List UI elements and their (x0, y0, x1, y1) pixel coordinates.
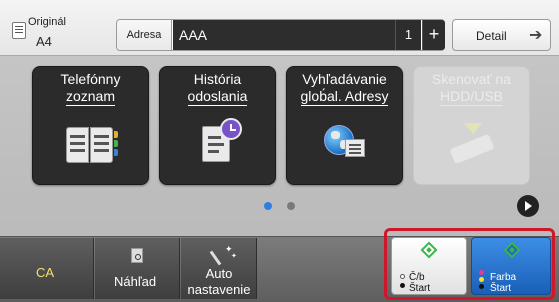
address-box: Adresa AAA 1 + (116, 19, 445, 51)
magic-wand-icon (209, 250, 222, 266)
tile-address-book[interactable]: Telefónny zoznam (32, 66, 149, 185)
arrow-right-icon: ➔ (529, 27, 543, 44)
phonebook-icon (66, 127, 118, 163)
tile-label: História odoslania (187, 71, 248, 106)
tile-label: Skenovať na HDD/USB (431, 71, 512, 106)
original-size: A4 (36, 34, 52, 49)
detail-button[interactable]: Detail ➔ (452, 19, 551, 51)
tile-label: Vyhľadávanie glob́al. Adresy (300, 71, 389, 106)
color-start-label: Farba Štart (490, 272, 517, 294)
add-address-button[interactable]: + (422, 20, 445, 50)
auto-setting-label: Auto nastavenie (187, 266, 251, 297)
bw-start-label: Č/b Štart (409, 272, 431, 294)
header-bar: Originál A4 Adresa AAA 1 + Detail ➔ (0, 0, 559, 56)
original-document-icon (12, 22, 26, 39)
auto-setting-button[interactable]: ✦ ✦ Auto nastavenie (181, 238, 257, 299)
detail-label: Detail (476, 29, 507, 43)
bw-start-button[interactable]: Č/b Štart (391, 237, 467, 295)
next-page-button[interactable] (517, 195, 539, 217)
usb-drive-icon (449, 133, 495, 165)
address-label: Adresa (117, 20, 172, 50)
tile-global-address-search[interactable]: Vyhľadávanie glob́al. Adresy (286, 66, 403, 185)
tile-scan-to-hdd-usb: Skenovať na HDD/USB (413, 66, 530, 185)
preview-button[interactable]: Náhľad (95, 238, 180, 299)
address-count[interactable]: 1 (395, 20, 421, 50)
arrow-down-icon (464, 123, 482, 134)
preview-label: Náhľad (114, 274, 157, 289)
play-icon (525, 201, 532, 211)
address-list-icon (345, 139, 365, 157)
page-indicator[interactable] (287, 202, 295, 210)
start-diamond-icon (503, 241, 521, 259)
address-field[interactable]: AAA (173, 20, 395, 50)
scan-screen: Originál A4 Adresa AAA 1 + Detail ➔ Tele… (0, 0, 559, 302)
ca-label: CA (36, 265, 55, 280)
ca-button[interactable]: CA (0, 238, 94, 299)
clock-icon (220, 118, 242, 140)
tile-label: Telefónny zoznam (60, 71, 121, 106)
start-diamond-icon (420, 241, 438, 259)
page-indicator-active (264, 202, 272, 210)
tile-send-history[interactable]: História odoslania (159, 66, 276, 185)
original-label: Originál (28, 16, 66, 28)
color-start-button[interactable]: Farba Štart (471, 237, 551, 295)
preview-magnifier-icon (131, 248, 143, 263)
